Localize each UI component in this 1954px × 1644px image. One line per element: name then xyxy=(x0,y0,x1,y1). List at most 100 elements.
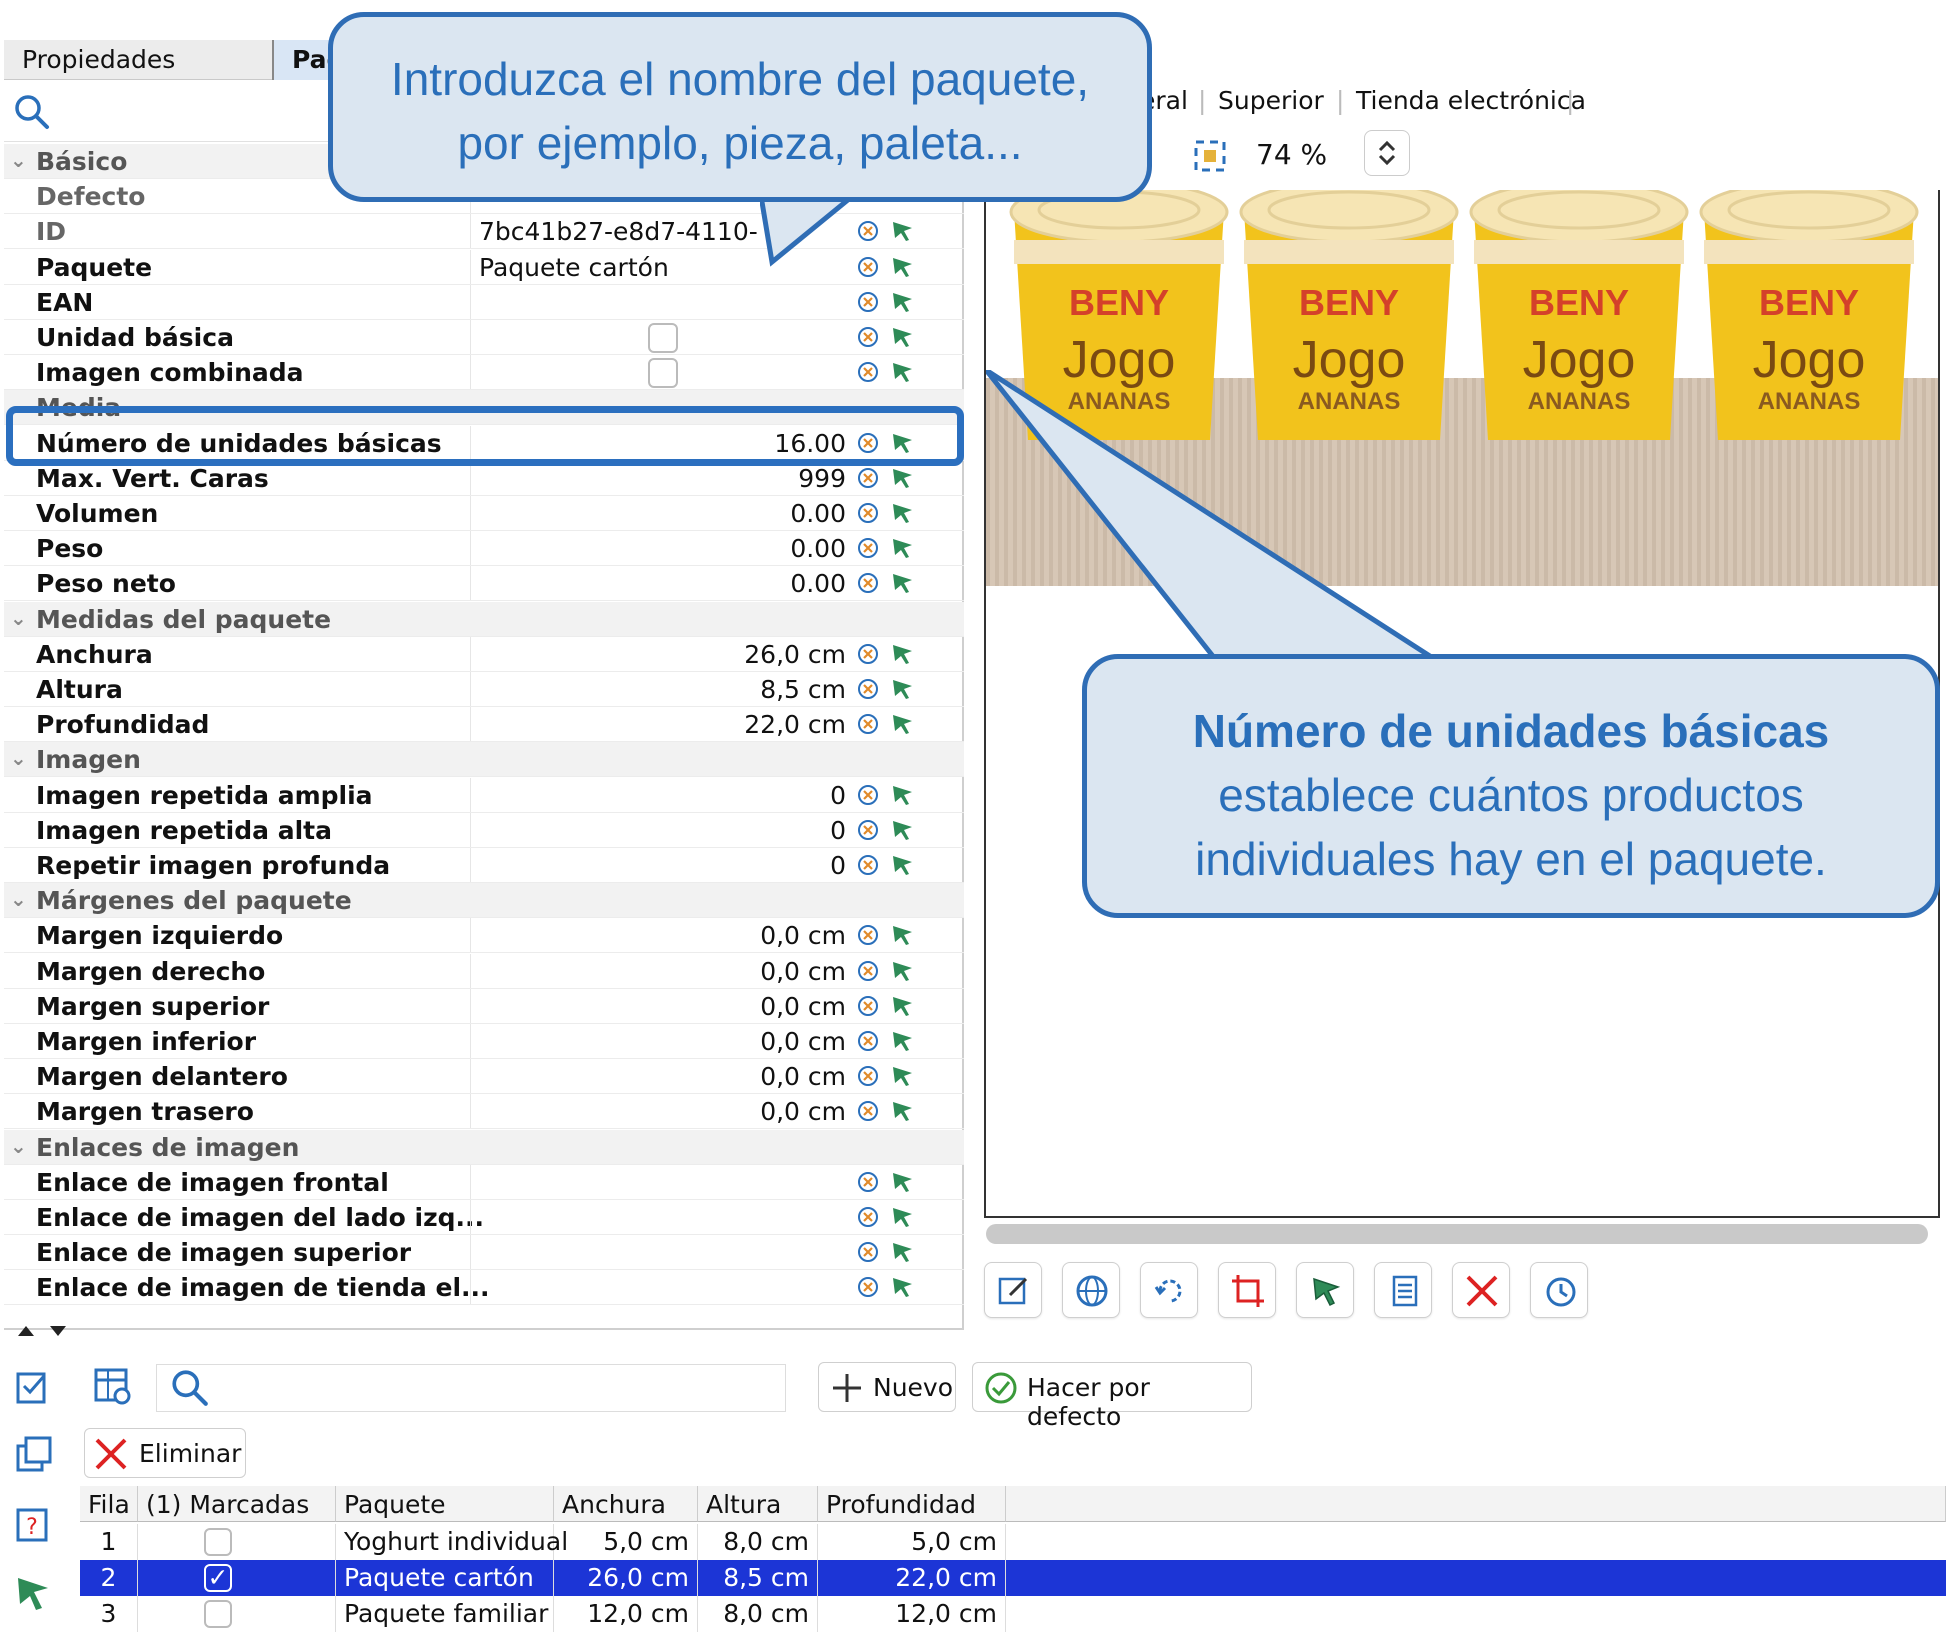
apply-cursor-icon[interactable] xyxy=(890,501,916,525)
property-row[interactable]: Imagen repetida alta 0 xyxy=(4,812,964,848)
property-row[interactable]: Enlace de imagen del lado izq... xyxy=(4,1200,964,1235)
property-row[interactable]: Repetir imagen profunda 0 xyxy=(4,848,964,883)
property-row[interactable]: Max. Vert. Caras 999 xyxy=(4,460,964,496)
property-group[interactable]: ⌄ Enlaces de imagen xyxy=(4,1129,964,1165)
new-button[interactable]: Nuevo xyxy=(818,1362,956,1412)
apply-cursor-icon[interactable] xyxy=(890,1170,916,1194)
table-row[interactable]: 2 ✓ Paquete cartón 26,0 cm 8,5 cm 22,0 cm xyxy=(80,1560,1946,1596)
help-icon[interactable]: ? xyxy=(14,1504,54,1544)
reset-value-icon[interactable] xyxy=(856,818,880,842)
property-row[interactable]: Anchura 26,0 cm xyxy=(4,636,964,672)
cursor-icon[interactable] xyxy=(14,1574,54,1614)
property-value-cell[interactable]: 0,0 cm xyxy=(470,918,854,954)
property-value-cell[interactable]: 0 xyxy=(470,812,854,848)
property-value-cell[interactable] xyxy=(470,1164,854,1200)
reset-value-icon[interactable] xyxy=(856,360,880,384)
row-checkbox[interactable] xyxy=(204,1600,232,1628)
chevron-down-icon[interactable]: ⌄ xyxy=(10,148,27,172)
reset-value-icon[interactable] xyxy=(856,536,880,560)
apply-cursor-icon[interactable] xyxy=(890,325,916,349)
apply-cursor-icon[interactable] xyxy=(890,783,916,807)
reset-value-icon[interactable] xyxy=(856,571,880,595)
property-row[interactable]: Margen superior 0,0 cm xyxy=(4,988,964,1024)
reset-value-icon[interactable] xyxy=(856,290,880,314)
property-value-cell[interactable]: 0,0 cm xyxy=(470,1094,854,1130)
property-value-cell[interactable]: 0.00 xyxy=(470,496,854,531)
property-value-cell[interactable]: 26,0 cm xyxy=(470,636,854,672)
property-value-cell[interactable] xyxy=(470,1270,854,1306)
zoom-input[interactable]: 74 % xyxy=(1250,132,1350,178)
apply-cursor-icon[interactable] xyxy=(890,853,916,877)
column-header[interactable]: Altura xyxy=(698,1486,818,1522)
tab-web-store[interactable]: Tienda electrónica xyxy=(1356,86,1586,115)
property-value-cell[interactable]: 0,0 cm xyxy=(470,988,854,1024)
apply-cursor-icon[interactable] xyxy=(890,466,916,490)
chevron-down-icon[interactable]: ⌄ xyxy=(10,887,27,911)
table-settings-icon[interactable] xyxy=(92,1366,134,1408)
property-row[interactable]: Margen trasero 0,0 cm xyxy=(4,1094,964,1130)
apply-cursor-icon[interactable] xyxy=(890,536,916,560)
copy-icon[interactable] xyxy=(14,1434,54,1474)
reset-value-icon[interactable] xyxy=(856,1240,880,1264)
property-value-cell[interactable]: 0 xyxy=(470,848,854,883)
select-cursor-button[interactable] xyxy=(1296,1262,1354,1318)
row-marked-cell[interactable] xyxy=(138,1524,336,1560)
property-row[interactable]: Enlace de imagen frontal xyxy=(4,1164,964,1200)
apply-cursor-icon[interactable] xyxy=(890,994,916,1018)
property-checkbox[interactable] xyxy=(648,358,678,389)
property-value-cell[interactable]: 0 xyxy=(470,777,854,813)
column-header[interactable]: Anchura xyxy=(554,1486,698,1522)
column-header[interactable]: Profundidad xyxy=(818,1486,1006,1522)
column-header[interactable]: Paquete xyxy=(336,1486,554,1522)
property-row[interactable]: Margen derecho 0,0 cm xyxy=(4,953,964,989)
reset-value-icon[interactable] xyxy=(856,712,880,736)
property-row[interactable]: Altura 8,5 cm xyxy=(4,672,964,707)
property-row[interactable]: Imagen combinada xyxy=(4,355,964,391)
apply-cursor-icon[interactable] xyxy=(890,959,916,983)
reset-value-icon[interactable] xyxy=(856,501,880,525)
reset-value-icon[interactable] xyxy=(856,1275,880,1299)
row-checkbox[interactable]: ✓ xyxy=(204,1564,232,1592)
property-row[interactable]: Volumen 0.00 xyxy=(4,496,964,531)
reset-value-icon[interactable] xyxy=(856,994,880,1018)
apply-cursor-icon[interactable] xyxy=(890,712,916,736)
property-row[interactable]: Peso 0.00 xyxy=(4,531,964,567)
property-row[interactable]: Margen izquierdo 0,0 cm xyxy=(4,918,964,954)
chevron-down-icon[interactable]: ⌄ xyxy=(10,1134,27,1158)
property-row[interactable]: Enlace de imagen de tienda el... xyxy=(4,1270,964,1306)
rotate-button[interactable] xyxy=(1140,1262,1198,1318)
reset-value-icon[interactable] xyxy=(856,642,880,666)
property-row[interactable]: Imagen repetida amplia 0 xyxy=(4,777,964,813)
reset-value-icon[interactable] xyxy=(856,1205,880,1229)
property-value-cell[interactable]: 0,0 cm xyxy=(470,1059,854,1095)
reset-value-icon[interactable] xyxy=(856,783,880,807)
property-row[interactable]: Unidad básica xyxy=(4,320,964,355)
apply-cursor-icon[interactable] xyxy=(890,1064,916,1088)
apply-cursor-icon[interactable] xyxy=(890,642,916,666)
property-row[interactable]: Margen inferior 0,0 cm xyxy=(4,1024,964,1059)
row-checkbox[interactable] xyxy=(204,1528,232,1556)
apply-cursor-icon[interactable] xyxy=(890,1205,916,1229)
chevron-down-icon[interactable]: ⌄ xyxy=(10,746,27,770)
reset-value-icon[interactable] xyxy=(856,466,880,490)
apply-cursor-icon[interactable] xyxy=(890,1240,916,1264)
tab-superior[interactable]: Superior xyxy=(1218,86,1324,115)
horizontal-scrollbar[interactable] xyxy=(986,1224,1928,1244)
zoom-spinner[interactable] xyxy=(1364,130,1410,176)
apply-cursor-icon[interactable] xyxy=(890,1099,916,1123)
apply-cursor-icon[interactable] xyxy=(890,290,916,314)
tab-basic-properties[interactable]: Propiedades básicas xyxy=(4,40,272,114)
property-row[interactable]: Peso neto 0.00 xyxy=(4,566,964,602)
apply-cursor-icon[interactable] xyxy=(890,360,916,384)
property-value-cell[interactable]: 999 xyxy=(470,460,854,496)
make-default-button[interactable]: Hacer por defecto xyxy=(972,1362,1252,1431)
delete-button[interactable] xyxy=(1452,1262,1510,1318)
checklist-icon[interactable] xyxy=(14,1366,54,1406)
reset-value-icon[interactable] xyxy=(856,1064,880,1088)
apply-cursor-icon[interactable] xyxy=(890,923,916,947)
edit-button[interactable] xyxy=(984,1262,1042,1318)
row-marked-cell[interactable]: ✓ xyxy=(138,1560,336,1596)
property-value-cell[interactable]: 22,0 cm xyxy=(470,707,854,743)
web-button[interactable] xyxy=(1062,1262,1120,1318)
apply-cursor-icon[interactable] xyxy=(890,219,916,243)
